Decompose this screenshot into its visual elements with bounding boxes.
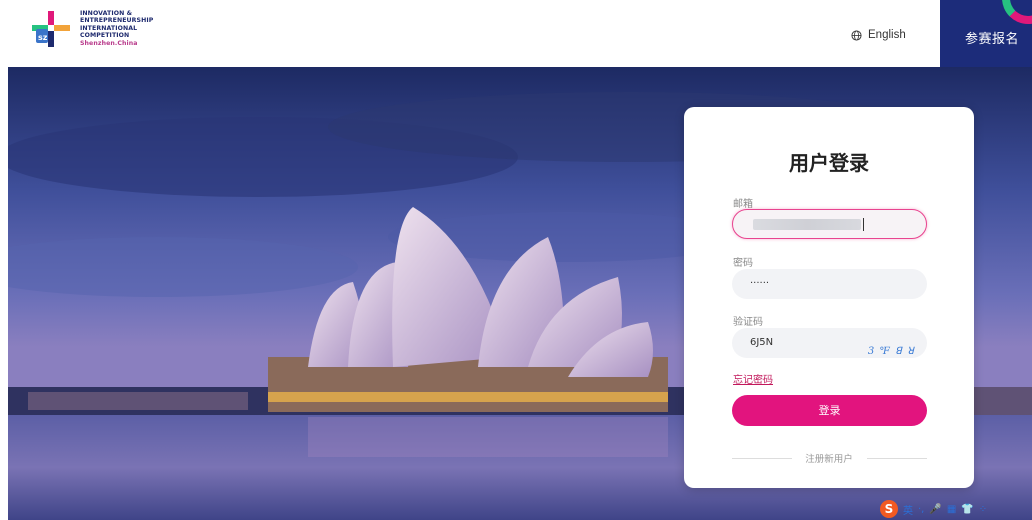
redacted-email-value xyxy=(753,219,861,230)
login-card: 用户登录 邮箱 密码 ······ 验证码 6J5N 3 ℉ ꓭ ꓤ 忘记密码 … xyxy=(684,107,974,488)
register-new-user-link[interactable]: 注册新用户 xyxy=(684,451,974,465)
svg-text:sz: sz xyxy=(38,33,48,42)
logo-wordmark: INNOVATION & ENTREPRENEURSHIP INTERNATIO… xyxy=(80,10,153,47)
ime-mode-toggle[interactable]: 英 xyxy=(903,502,913,517)
logo-line: COMPETITION xyxy=(80,32,130,40)
logo-mark-icon: sz xyxy=(32,11,70,47)
logo-line: INTERNATIONAL xyxy=(80,24,138,32)
site-header: sz INNOVATION & ENTREPRENEURSHIP INTERNA… xyxy=(0,0,1032,67)
globe-icon xyxy=(851,29,862,41)
keyboard-icon[interactable]: ▦ xyxy=(947,504,956,515)
captcha-image[interactable]: 3 ℉ ꓭ ꓤ xyxy=(868,337,915,367)
sogou-logo-icon[interactable]: S xyxy=(880,500,898,518)
logo-line-city: Shenzhen.China xyxy=(80,39,138,47)
decorative-arc-icon xyxy=(1002,0,1032,24)
login-button[interactable]: 登录 xyxy=(732,395,927,426)
captcha-label: 验证码 xyxy=(733,317,763,328)
skin-icon[interactable]: 👕 xyxy=(961,504,973,515)
register-competition-button[interactable]: 参赛报名 xyxy=(940,0,1032,67)
captcha-field[interactable]: 6J5N 3 ℉ ꓭ ꓤ xyxy=(732,328,927,358)
language-switch[interactable]: English xyxy=(851,29,906,41)
punctuation-icon[interactable]: ·, xyxy=(918,504,924,515)
forgot-password-link[interactable]: 忘记密码 xyxy=(733,371,773,386)
logo-line: INNOVATION & xyxy=(80,10,133,17)
text-caret xyxy=(863,218,864,231)
login-title: 用户登录 xyxy=(789,151,869,175)
tools-icon[interactable]: ⁘ xyxy=(979,504,987,515)
competition-logo[interactable]: sz INNOVATION & ENTREPRENEURSHIP INTERNA… xyxy=(30,9,153,51)
email-label: 邮箱 xyxy=(733,199,753,210)
microphone-icon[interactable]: 🎤 xyxy=(929,504,941,515)
register-competition-label: 参赛报名 xyxy=(965,32,1020,47)
captcha-value: 6J5N xyxy=(750,337,774,348)
logo-line: ENTREPRENEURSHIP xyxy=(80,17,154,25)
language-label: English xyxy=(868,29,906,41)
password-label: 密码 xyxy=(733,258,753,269)
ime-toolbar: S 英 ·, 🎤 ▦ 👕 ⁘ xyxy=(880,500,987,518)
email-field[interactable] xyxy=(732,209,927,239)
password-field[interactable]: ······ xyxy=(732,269,927,299)
